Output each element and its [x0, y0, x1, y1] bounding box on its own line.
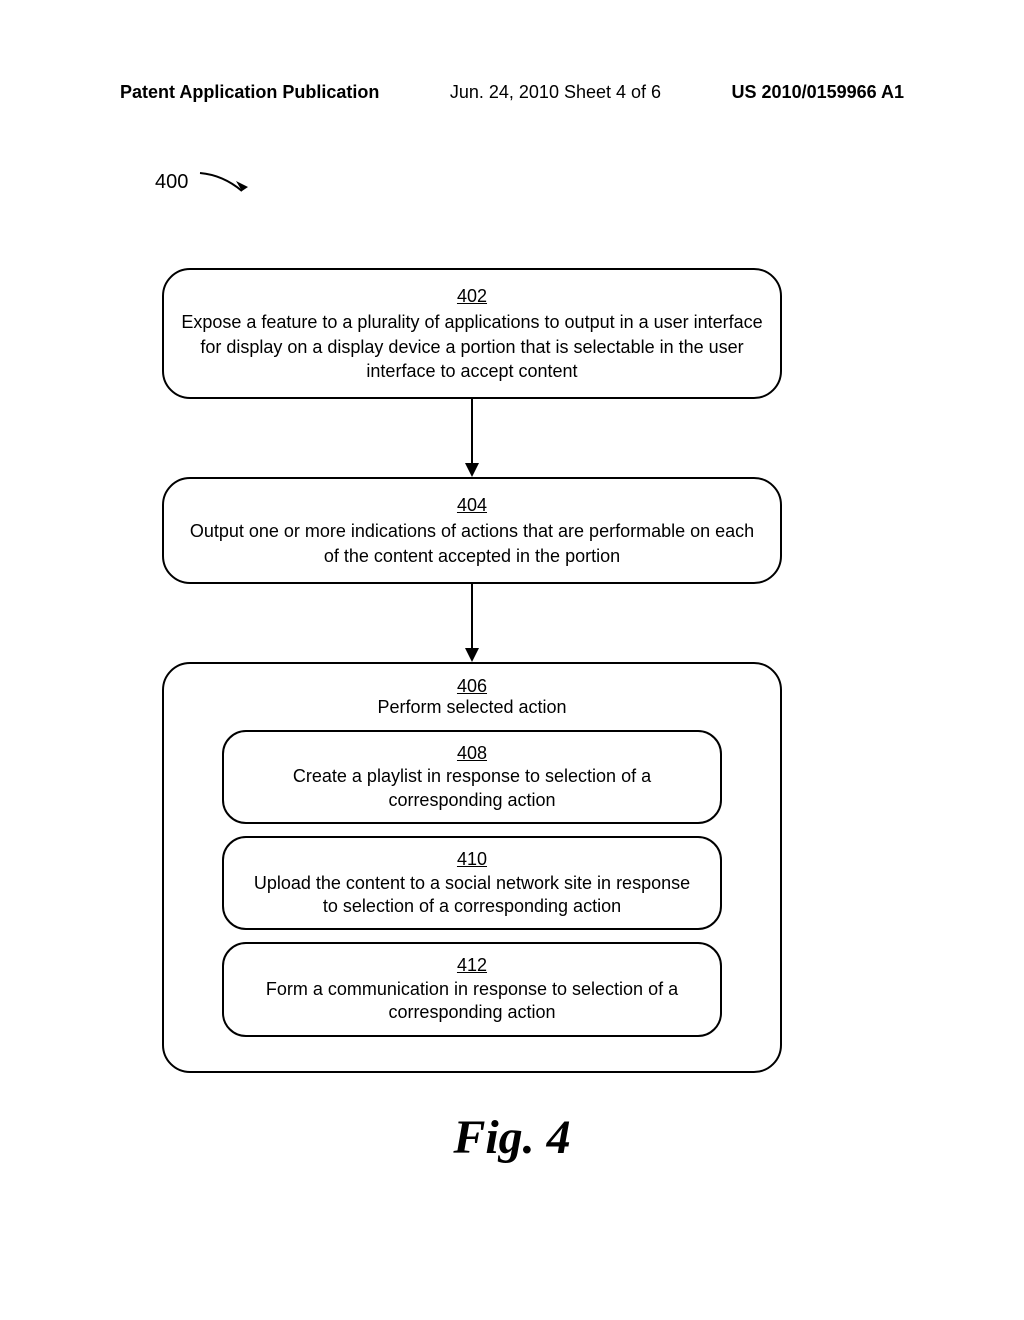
step-number: 406: [182, 676, 762, 697]
page-header: Patent Application Publication Jun. 24, …: [0, 0, 1024, 113]
connector-arrow: [162, 399, 782, 477]
flowchart: 402 Expose a feature to a plurality of a…: [162, 268, 782, 1073]
step-text: Expose a feature to a plurality of appli…: [181, 312, 762, 381]
down-arrow-icon: [462, 399, 482, 477]
step-408-box: 408 Create a playlist in response to sel…: [222, 730, 722, 824]
step-text: Output one or more indications of action…: [190, 521, 754, 565]
header-patent-number: US 2010/0159966 A1: [732, 82, 904, 103]
step-text: Form a communication in response to sele…: [266, 979, 678, 1022]
step-number: 404: [180, 493, 764, 517]
step-number: 402: [180, 284, 764, 308]
figure-caption: Fig. 4: [0, 1110, 1024, 1165]
step-number: 408: [244, 742, 700, 765]
header-sheet-info: Jun. 24, 2010 Sheet 4 of 6: [450, 82, 661, 103]
step-412-box: 412 Form a communication in response to …: [222, 942, 722, 1036]
curved-arrow-icon: [198, 165, 258, 200]
step-406-container: 406 Perform selected action 408 Create a…: [162, 662, 782, 1073]
step-text: Create a playlist in response to selecti…: [293, 766, 651, 809]
step-number: 412: [244, 954, 700, 977]
step-410-box: 410 Upload the content to a social netwo…: [222, 836, 722, 930]
step-402-box: 402 Expose a feature to a plurality of a…: [162, 268, 782, 399]
header-publication: Patent Application Publication: [120, 82, 379, 103]
step-number: 410: [244, 848, 700, 871]
step-text: Upload the content to a social network s…: [254, 873, 690, 916]
connector-arrow: [162, 584, 782, 662]
figure-reference-number: 400: [155, 171, 188, 194]
step-text: Perform selected action: [182, 697, 762, 718]
down-arrow-icon: [462, 584, 482, 662]
step-404-box: 404 Output one or more indications of ac…: [162, 477, 782, 584]
figure-reference-label: 400: [155, 165, 258, 200]
